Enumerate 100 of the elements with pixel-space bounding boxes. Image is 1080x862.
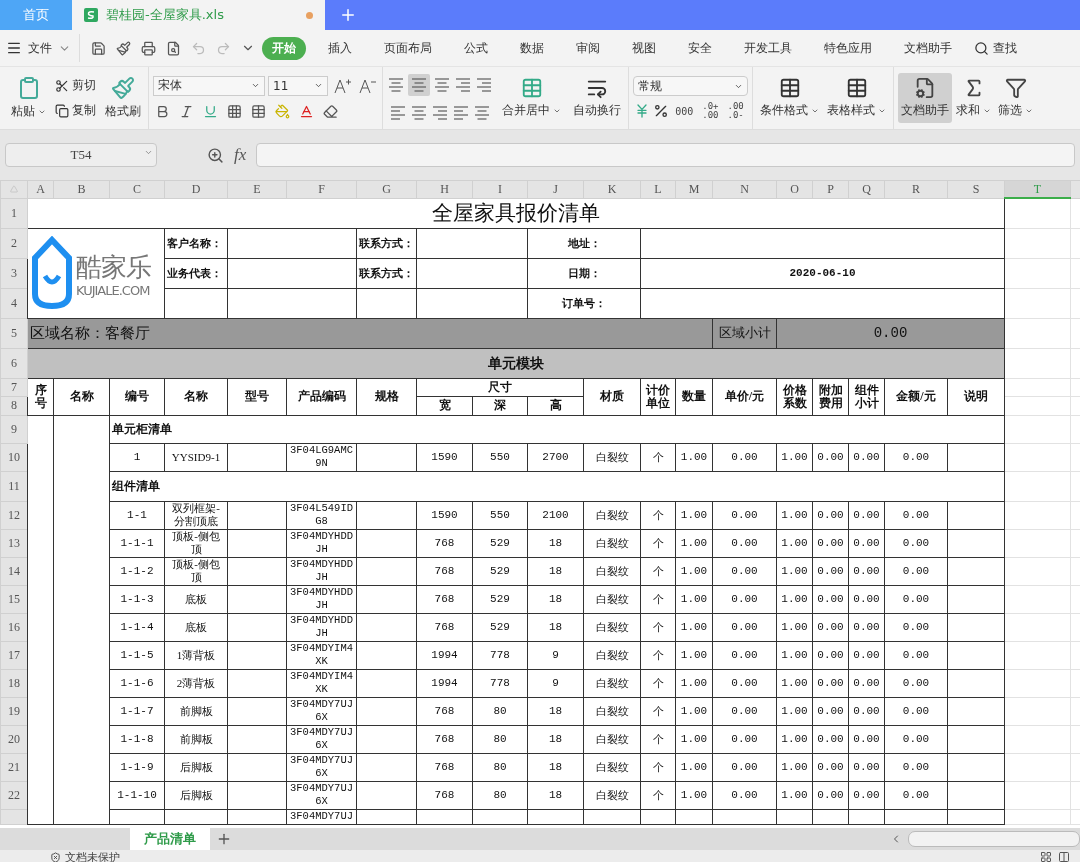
wrap-button[interactable]: 自动换行 [573,102,621,119]
column-header[interactable]: C [109,180,165,198]
format-painter-button[interactable]: 格式刷 [105,103,141,120]
column-header[interactable]: K [583,180,641,198]
column-header[interactable]: Q [848,180,885,198]
column-header[interactable]: G [356,180,417,198]
conditional-format-icon[interactable] [778,77,801,99]
page-break-view-icon[interactable] [1058,851,1070,862]
italic-icon[interactable] [179,103,194,119]
formula-input[interactable] [256,143,1075,167]
align-center-icon[interactable] [410,104,428,122]
column-header[interactable]: D [164,180,228,198]
percent-icon[interactable] [653,103,670,119]
menu-tab[interactable]: 开发工具 [734,36,802,60]
menu-tab[interactable]: 文档助手 [894,36,962,60]
copy-icon[interactable] [55,103,69,118]
indent-decrease-icon[interactable] [454,76,472,94]
cell-style-icon[interactable] [251,103,266,119]
new-tab-icon[interactable] [339,6,357,24]
menu-tab[interactable]: 特色应用 [814,36,882,60]
column-header[interactable]: B [53,180,110,198]
menu-tab[interactable]: 视图 [622,36,666,60]
caret-icon[interactable] [314,81,323,90]
save-icon[interactable] [91,40,106,56]
align-top-icon[interactable] [387,76,405,94]
align-left-icon[interactable] [389,104,407,122]
function-label[interactable]: fx [234,145,247,165]
tool-button[interactable]: 筛选 [995,73,1036,123]
column-header[interactable]: R [884,180,948,198]
fill-color-icon[interactable] [275,103,290,119]
add-sheet-icon[interactable] [216,831,232,847]
cut-icon[interactable] [55,78,69,93]
column-header[interactable]: P [812,180,849,198]
conditional-format-button[interactable]: 条件格式 [760,102,808,119]
menu-item[interactable]: 文件 [26,36,54,60]
column-header[interactable]: I [472,180,528,198]
table-cell: 3F04MDYHDDJH [286,529,357,557]
eraser-icon[interactable] [323,103,338,119]
caret-icon[interactable] [251,81,260,90]
search-icon[interactable] [974,40,989,56]
column-header[interactable]: F [286,180,357,198]
column-header[interactable]: S [947,180,1005,198]
normal-view-icon[interactable] [1040,851,1052,862]
table-style-icon[interactable] [845,77,868,99]
horizontal-scrollbar[interactable] [908,831,1080,847]
borders-icon[interactable] [227,103,242,119]
copy-button[interactable]: 复制 [72,102,96,119]
increase-font-icon[interactable] [333,77,351,94]
column-header[interactable]: M [675,180,713,198]
font-size-field[interactable]: 11 [268,75,328,96]
brush-icon[interactable] [116,40,131,56]
table-cell: 18 [527,697,584,725]
menu-tab[interactable]: 页面布局 [374,36,442,60]
remove-decimal-button[interactable]: .00 .0- [724,102,747,120]
menu-tab[interactable]: 安全 [678,36,722,60]
number-format-field[interactable]: 常规 [633,76,748,96]
menu-tab[interactable]: 公式 [454,36,498,60]
print-preview-icon[interactable] [166,40,181,56]
print-icon[interactable] [141,40,156,56]
search-link[interactable]: 查找 [993,36,1017,60]
tool-button[interactable]: 文档助手 [898,73,952,123]
column-header[interactable]: H [416,180,473,198]
align-bottom-icon[interactable] [433,76,451,94]
cut-button[interactable]: 剪切 [72,77,96,94]
column-header[interactable]: N [712,180,777,198]
align-right-icon[interactable] [431,104,449,122]
name-box[interactable]: T54 [5,143,157,167]
sheet-tab[interactable]: 产品清单 [130,828,210,850]
menu-tab[interactable]: 插入 [318,36,362,60]
table-cell: 后脚板 [164,753,228,781]
format-painter-icon[interactable] [111,76,135,100]
table-cell: 768 [416,781,473,809]
zoom-icon[interactable] [207,146,224,164]
add-decimal-button[interactable]: .0+ .00 [699,102,722,120]
column-header[interactable]: O [776,180,813,198]
table-style-button[interactable]: 表格样式 [827,102,875,119]
column-header[interactable]: J [527,180,584,198]
indent-increase-icon[interactable] [475,76,493,94]
menu-tab[interactable]: 审阅 [566,36,610,60]
table-cell: 3F04MDYIM4XK [286,641,357,669]
font-color-icon[interactable] [299,103,314,119]
table-cell: 0.00 [884,753,948,781]
paste-button[interactable]: 粘贴 [11,103,35,120]
thousands-button[interactable]: 000 [672,105,697,117]
justify-icon[interactable] [452,104,470,122]
distribute-icon[interactable] [473,104,491,122]
bold-icon[interactable] [155,103,170,119]
align-middle-icon[interactable] [410,76,428,94]
tool-button[interactable]: 求和 [953,73,994,123]
column-header[interactable]: E [227,180,287,198]
merge-button[interactable]: 合并居中 [502,102,550,119]
font-name-field[interactable]: 宋体 [153,75,265,96]
caret-icon[interactable] [144,148,153,157]
menu-icon[interactable] [6,40,22,56]
underline-icon[interactable] [203,103,218,119]
menu-tab[interactable]: 数据 [510,36,554,60]
column-header[interactable]: A [27,180,54,198]
merge-icon[interactable] [520,77,543,99]
column-header[interactable]: L [640,180,676,198]
decrease-font-icon[interactable] [358,77,376,94]
